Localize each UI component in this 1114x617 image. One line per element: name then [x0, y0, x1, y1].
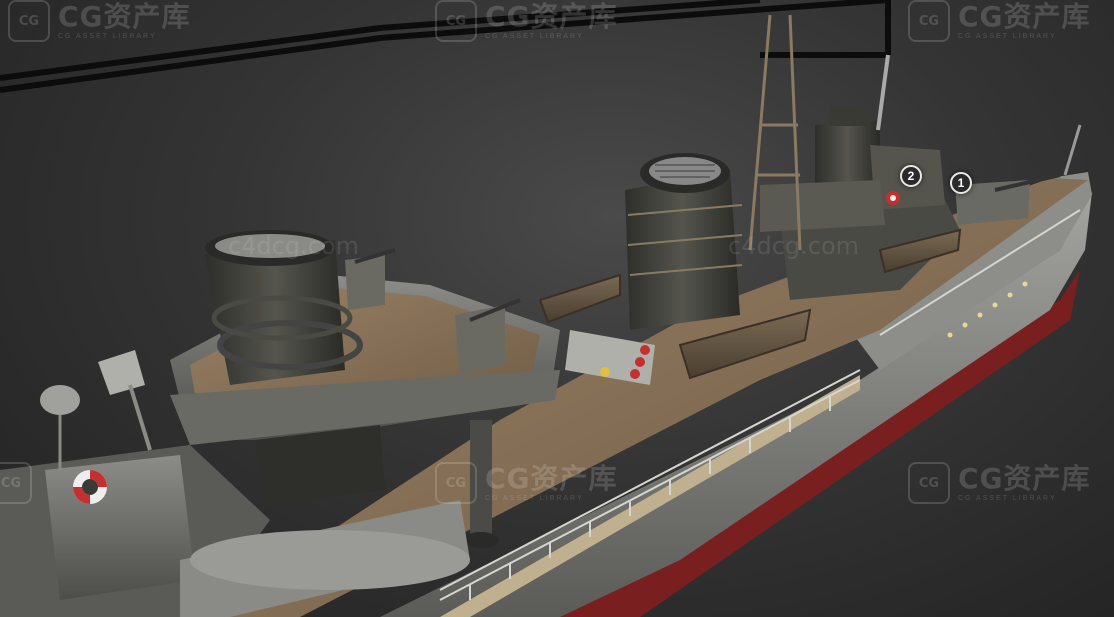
fore-mast [1063, 124, 1082, 176]
annotation-hotspot-2[interactable]: 2 [900, 165, 922, 187]
overhead-frame-lines [0, 0, 891, 93]
site-watermark: c4dcg.com [228, 232, 360, 260]
aft-structure [0, 445, 470, 617]
warship-3d-render [0, 0, 1092, 617]
life-ring [73, 470, 107, 504]
annotation-hotspot-1[interactable]: 1 [950, 172, 972, 194]
rangefinder [40, 385, 80, 470]
main-mast [876, 54, 890, 131]
bridge-life-ring [886, 191, 900, 205]
torpedo-launcher [565, 330, 655, 385]
forward-funnel [625, 153, 743, 330]
site-watermark: c4dcg.com [728, 232, 860, 260]
searchlight [98, 350, 152, 451]
